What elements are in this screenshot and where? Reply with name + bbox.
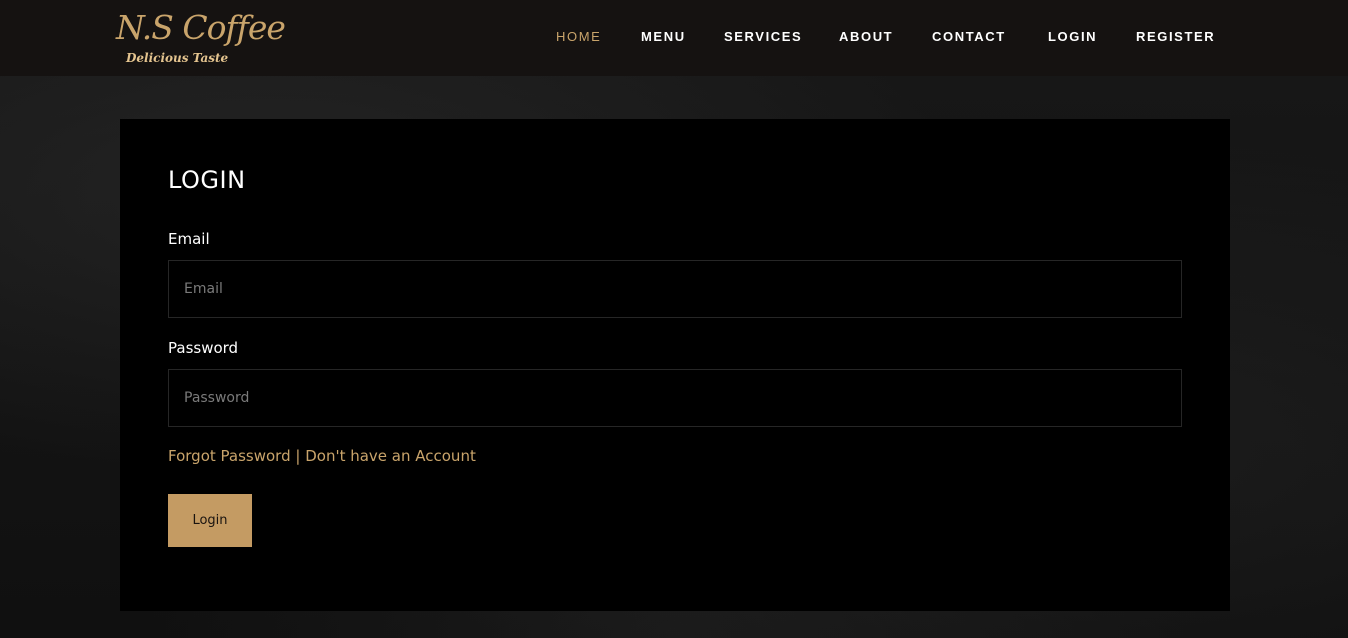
password-field[interactable] bbox=[168, 369, 1182, 427]
email-field[interactable] bbox=[168, 260, 1182, 318]
nav-item-register[interactable]: REGISTER bbox=[1136, 28, 1215, 46]
nav-item-login[interactable]: LOGIN bbox=[1048, 28, 1097, 46]
email-label: Email bbox=[168, 230, 210, 248]
forgot-password-link[interactable]: Forgot Password bbox=[168, 447, 291, 465]
nav-item-about[interactable]: ABOUT bbox=[839, 28, 893, 46]
nav-item-menu[interactable]: MENU bbox=[641, 28, 686, 46]
nav-item-services[interactable]: SERVICES bbox=[724, 28, 802, 46]
password-label: Password bbox=[168, 339, 239, 357]
nav-item-contact[interactable]: CONTACT bbox=[932, 28, 1006, 46]
main-nav: HOME MENU SERVICES ABOUT CONTACT LOGIN R… bbox=[0, 28, 1348, 46]
login-button[interactable]: Login bbox=[168, 494, 252, 547]
page-title: LOGIN bbox=[168, 166, 246, 194]
account-links: Forgot Password | Don't have an Account bbox=[168, 446, 476, 466]
logo-tagline: Delicious Taste bbox=[126, 51, 229, 65]
link-separator: | bbox=[295, 447, 301, 465]
login-panel: LOGIN Email Password Forgot Password | D… bbox=[120, 119, 1230, 611]
register-link[interactable]: Don't have an Account bbox=[305, 447, 476, 465]
site-header: N.S Coffee Delicious Taste HOME MENU SER… bbox=[0, 0, 1348, 76]
nav-item-home[interactable]: HOME bbox=[556, 28, 601, 46]
